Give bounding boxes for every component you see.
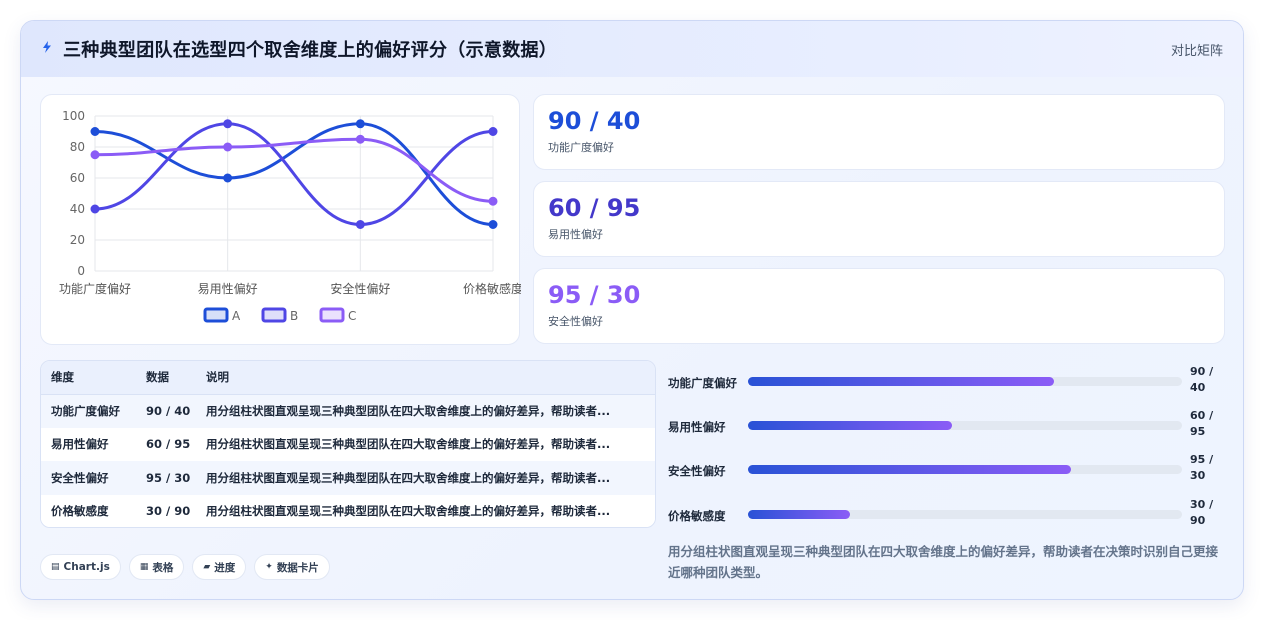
column-header-description[interactable]: 说明 [196,361,655,395]
cell-description: 用分组柱状图直观呈现三种典型团队在四大取舍维度上的偏好差异，帮助读者... [196,427,655,461]
table-icon: ▦ [139,562,149,572]
stat-value: 95 / 30 [548,281,641,309]
legend-label: A [232,309,241,323]
data-point [488,127,498,136]
tag-progress[interactable]: ▰ 进度 [192,554,247,580]
cell-dimension: 安全性偏好 [41,461,136,495]
stat-label: 安全性偏好 [548,315,603,328]
cell-description: 用分组柱状图直观呈现三种典型团队在四大取舍维度上的偏好差异，帮助读者... [196,394,655,428]
column-header-dimension[interactable]: 维度 [41,361,136,395]
data-point [90,127,100,136]
page-title: 三种典型团队在选型四个取舍维度上的偏好评分（示意数据） [63,40,558,61]
progress-row: 价格敏感度 30 / 90 [668,497,1228,533]
tag-list: ▤ Chart.js ▦ 表格 ▰ 进度 ✦ 数据卡片 [40,554,330,580]
progress-label: 安全性偏好 [668,464,726,478]
stat-card-usability: 60 / 95 易用性偏好 [533,181,1225,257]
data-point [355,220,365,229]
cell-dimension: 易用性偏好 [41,427,136,461]
stat-value: 60 / 95 [548,194,641,222]
y-tick-label: 0 [77,264,85,278]
progress-label: 易用性偏好 [668,420,726,434]
stat-card-security: 95 / 30 安全性偏好 [533,268,1225,344]
progress-row: 安全性偏好 95 / 30 [668,452,1228,488]
data-point [488,196,498,206]
data-point [355,119,365,129]
progress-fill [748,465,1072,474]
lightning-icon [41,41,53,57]
progress-value: 30 / 90 [1190,498,1214,527]
cell-data: 60 / 95 [136,427,196,461]
y-tick-label: 20 [70,233,85,247]
legend-swatch [261,307,287,323]
progress-label: 功能广度偏好 [668,376,737,390]
x-tick-label: 易用性偏好 [198,281,258,296]
chart-icon: ▤ [51,562,60,572]
tag-label: 表格 [152,561,174,574]
cell-description: 用分组柱状图直观呈现三种典型团队在四大取舍维度上的偏好差异，帮助读者... [196,494,655,527]
column-header-data[interactable]: 数据 [136,361,196,395]
data-point [90,204,100,214]
stat-value: 90 / 40 [548,107,641,135]
legend-swatch [319,307,345,323]
data-point [90,150,100,160]
cell-data: 90 / 40 [136,394,196,428]
cell-description: 用分组柱状图直观呈现三种典型团队在四大取舍维度上的偏好差异，帮助读者... [196,461,655,495]
sparkle-icon: ✦ [265,562,273,572]
cell-data: 95 / 30 [136,461,196,495]
legend-label: C [348,309,356,323]
chart-description: 用分组柱状图直观呈现三种典型团队在四大取舍维度上的偏好差异，帮助读者在决策时识别… [668,544,1219,580]
progress-value: 60 / 95 [1190,409,1214,438]
y-tick-label: 40 [70,202,85,216]
tag-label: 数据卡片 [276,561,319,574]
progress-track [748,377,1182,386]
table-row[interactable]: 易用性偏好 60 / 95 用分组柱状图直观呈现三种典型团队在四大取舍维度上的偏… [41,427,655,461]
progress-value: 90 / 40 [1190,365,1214,394]
tag-data-card[interactable]: ✦ 数据卡片 [254,554,330,580]
compare-matrix-link[interactable]: 对比矩阵 [1171,40,1223,59]
tag-label: Chart.js [63,561,110,573]
line-chart: 0 20 40 60 80 100 功能广度偏好 易用性偏好 安全性偏好 价格敏感度 A B C [59,109,523,323]
card-header: 三种典型团队在选型四个取舍维度上的偏好评分（示意数据） 对比矩阵 [21,21,1243,77]
progress-fill [748,510,850,519]
tag-chartjs[interactable]: ▤ Chart.js [40,554,121,580]
progress-track [748,465,1182,474]
x-tick-label: 价格敏感度 [463,281,521,296]
progress-label: 价格敏感度 [668,509,726,523]
progress-fill [748,377,1054,386]
x-tick-label: 功能广度偏好 [59,281,131,296]
data-point [355,134,365,144]
main-card: 三种典型团队在选型四个取舍维度上的偏好评分（示意数据） 对比矩阵 0 20 40 60… [20,20,1244,600]
data-point [488,220,498,229]
progress-track [748,510,1182,519]
line-chart-panel: 0 20 40 60 80 100 功能广度偏好 易用性偏好 安全性偏好 价格敏感度 A B C [40,94,523,345]
stat-label: 功能广度偏好 [548,141,614,154]
table-row[interactable]: 功能广度偏好 90 / 40 用分组柱状图直观呈现三种典型团队在四大取舍维度上的… [41,394,655,428]
progress-row: 易用性偏好 60 / 95 [668,408,1228,444]
tag-label: 进度 [214,561,236,574]
x-tick-label: 安全性偏好 [330,281,390,296]
legend-label: B [290,309,298,323]
data-table: 维度 数据 说明 功能广度偏好 90 / 40 用分组柱状图直观呈现三种典型团队… [40,360,656,528]
y-tick-label: 100 [62,109,85,123]
tag-table[interactable]: ▦ 表格 [128,554,185,580]
progress-track [748,421,1182,430]
table-row[interactable]: 安全性偏好 95 / 30 用分组柱状图直观呈现三种典型团队在四大取舍维度上的偏… [41,461,655,495]
progress-value: 95 / 30 [1190,453,1214,482]
data-point [223,173,233,183]
data-point [223,119,233,129]
progress-fill [748,421,952,430]
y-tick-label: 60 [70,171,85,185]
y-tick-label: 80 [70,140,85,154]
legend-swatch [203,307,229,323]
data-point [223,142,233,152]
stat-label: 易用性偏好 [548,228,603,241]
progress-row: 功能广度偏好 90 / 40 [668,364,1228,400]
cell-data: 30 / 90 [136,494,196,527]
progress-icon: ▰ [203,562,211,572]
stat-card-function: 90 / 40 功能广度偏好 [533,94,1225,170]
cell-dimension: 价格敏感度 [41,494,136,527]
cell-dimension: 功能广度偏好 [41,394,136,428]
table-header-row: 维度 数据 说明 [41,361,655,395]
table-row[interactable]: 价格敏感度 30 / 90 用分组柱状图直观呈现三种典型团队在四大取舍维度上的偏… [41,494,655,527]
